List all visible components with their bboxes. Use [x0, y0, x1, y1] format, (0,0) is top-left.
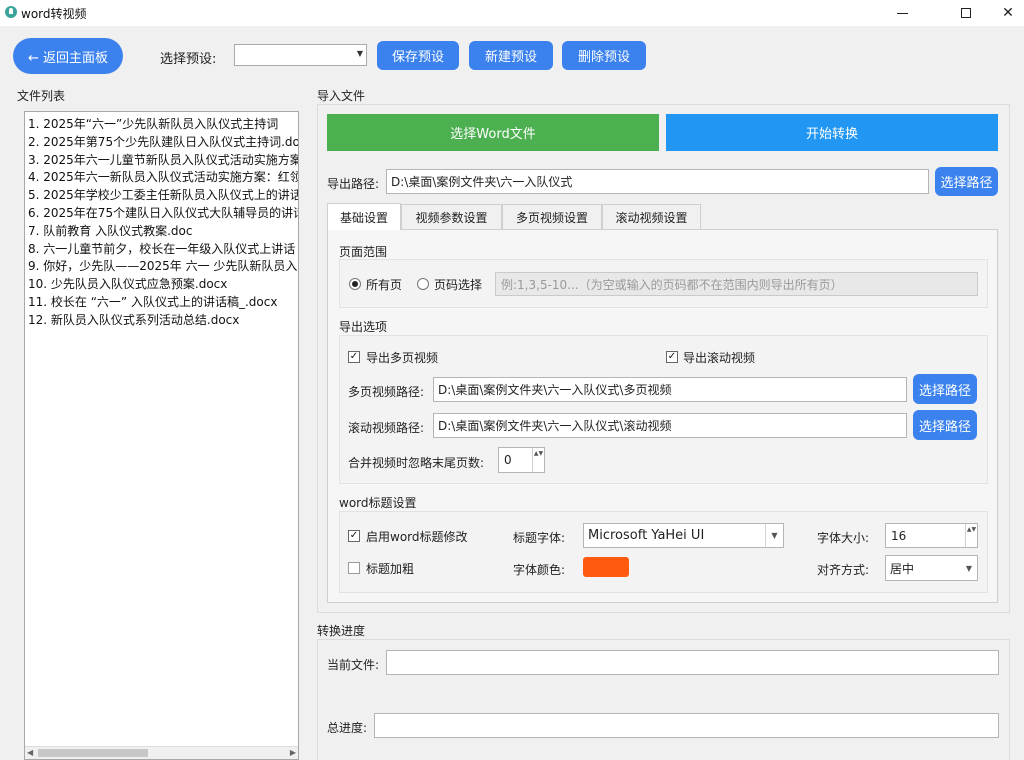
app-icon	[5, 6, 17, 18]
ignore-last-pages-label: 合并视频时忽略末尾页数:	[348, 456, 485, 470]
preset-label: 选择预设:	[160, 52, 217, 67]
file-list[interactable]: 1. 2025年“六一”少先队新队员入队仪式主持词 2. 2025年第75个少先…	[24, 111, 299, 760]
export-multipage-label[interactable]: 导出多页视频	[366, 349, 438, 366]
alignment-label: 对齐方式:	[817, 563, 870, 577]
close-icon: ✕	[1002, 5, 1014, 21]
minimize-icon	[896, 12, 908, 14]
alignment-select[interactable]: 居中 ▼	[885, 555, 978, 581]
page-select-radio[interactable]	[417, 278, 429, 290]
multipage-path-label: 多页视频路径:	[348, 385, 425, 399]
alignment-value: 居中	[890, 561, 915, 576]
maximize-button[interactable]	[943, 0, 989, 26]
bold-title-label[interactable]: 标题加粗	[366, 560, 414, 577]
font-size-value: 16	[891, 529, 907, 543]
close-button[interactable]: ✕	[985, 0, 1024, 26]
back-to-main-button[interactable]: ← 返回主面板	[13, 38, 123, 74]
all-pages-radio[interactable]	[349, 278, 361, 290]
tab-multipage-video[interactable]: 多页视频设置	[502, 204, 602, 229]
title-font-label: 标题字体:	[513, 531, 566, 545]
ignore-last-pages-stepper[interactable]: 0 ▲▼	[498, 447, 545, 473]
choose-scroll-path-button[interactable]: 选择路径	[913, 410, 977, 440]
word-title-settings-label: word标题设置	[339, 496, 417, 510]
delete-preset-button[interactable]: 删除预设	[562, 41, 646, 70]
export-path-field[interactable]: D:\桌面\案例文件夹\六一入队仪式	[386, 169, 929, 194]
minimize-button[interactable]	[879, 0, 925, 26]
new-preset-button[interactable]: 新建预设	[469, 41, 553, 70]
list-item[interactable]: 7. 队前教育 入队仪式教案.doc	[28, 223, 298, 241]
current-file-field	[386, 650, 999, 675]
choose-multipage-path-button[interactable]: 选择路径	[913, 374, 977, 404]
list-item[interactable]: 1. 2025年“六一”少先队新队员入队仪式主持词	[28, 116, 298, 134]
export-scroll-checkbox[interactable]: ✓	[666, 351, 678, 363]
list-item[interactable]: 2. 2025年第75个少先队建队日入队仪式主持词.docx	[28, 134, 298, 152]
export-multipage-checkbox[interactable]: ✓	[348, 351, 360, 363]
spin-arrows-icon[interactable]: ▲▼	[532, 448, 544, 472]
title-font-value: Microsoft YaHei UI	[588, 528, 705, 543]
select-word-file-button[interactable]: 选择Word文件	[327, 114, 659, 151]
total-progress-field	[374, 713, 999, 738]
page-select-label[interactable]: 页码选择	[434, 276, 482, 293]
font-size-label: 字体大小:	[817, 531, 870, 545]
list-item[interactable]: 9. 你好，少先队——2025年 六一 少先队新队员入队	[28, 258, 298, 276]
choose-export-path-button[interactable]: 选择路径	[935, 167, 998, 196]
list-item[interactable]: 4. 2025年六一新队员入队仪式活动实施方案：红领巾	[28, 169, 298, 187]
list-item[interactable]: 5. 2025年学校少工委主任新队员入队仪式上的讲话	[28, 187, 298, 205]
progress-section-label: 转换进度	[317, 624, 366, 638]
list-item[interactable]: 6. 2025年在75个建队日入队仪式大队辅导员的讲话	[28, 205, 298, 223]
list-item[interactable]: 3. 2025年六一儿童节新队员入队仪式活动实施方案	[28, 152, 298, 170]
export-options-label: 导出选项	[339, 320, 388, 334]
tab-scroll-video[interactable]: 滚动视频设置	[602, 204, 701, 229]
scrollbar-thumb[interactable]	[38, 749, 148, 757]
ignore-last-pages-value: 0	[504, 453, 512, 467]
file-list-label: 文件列表	[17, 89, 66, 103]
tab-basic-settings[interactable]: 基础设置	[327, 203, 401, 230]
list-item[interactable]: 12. 新队员入队仪式系列活动总结.docx	[28, 312, 298, 330]
list-item[interactable]: 11. 校长在 “六一” 入队仪式上的讲话稿_.docx	[28, 294, 298, 312]
bold-title-checkbox[interactable]	[348, 562, 360, 574]
horizontal-scrollbar[interactable]: ◀ ▶	[25, 746, 298, 759]
scroll-path-field[interactable]: D:\桌面\案例文件夹\六一入队仪式\滚动视频	[433, 413, 907, 438]
all-pages-label[interactable]: 所有页	[366, 276, 402, 293]
preset-select[interactable]: ▼	[234, 44, 367, 66]
title-bar	[0, 0, 1024, 26]
font-color-label: 字体颜色:	[513, 563, 566, 577]
dropdown-arrow-icon[interactable]: ▼	[966, 564, 972, 573]
window-title: word转视频	[21, 7, 87, 21]
scroll-path-label: 滚动视频路径:	[348, 421, 425, 435]
export-scroll-label[interactable]: 导出滚动视频	[683, 349, 755, 366]
save-preset-button[interactable]: 保存预设	[377, 41, 459, 70]
font-size-stepper[interactable]: 16 ▲▼	[885, 523, 978, 548]
title-font-select[interactable]: Microsoft YaHei UI ▼	[583, 523, 784, 548]
list-item[interactable]: 10. 少先队员入队仪式应急预案.docx	[28, 276, 298, 294]
start-convert-button[interactable]: 开始转换	[666, 114, 998, 151]
enable-title-label[interactable]: 启用word标题修改	[366, 528, 468, 545]
total-progress-label: 总进度:	[327, 721, 368, 735]
dropdown-arrow-icon: ▼	[356, 49, 363, 58]
scroll-right-icon[interactable]: ▶	[290, 748, 296, 757]
export-path-label: 导出路径:	[327, 177, 380, 191]
current-file-label: 当前文件:	[327, 658, 380, 672]
maximize-icon	[961, 8, 971, 18]
list-item[interactable]: 8. 六一儿童节前夕，校长在一年级入队仪式上讲话	[28, 241, 298, 259]
page-range-label: 页面范围	[339, 245, 388, 259]
page-numbers-input[interactable]: 例:1,3,5-10...（为空或输入的页码都不在范围内则导出所有页）	[495, 272, 978, 296]
scroll-left-icon[interactable]: ◀	[27, 748, 33, 757]
import-section-label: 导入文件	[317, 89, 366, 103]
spin-arrows-icon[interactable]: ▲▼	[965, 524, 977, 547]
dropdown-arrow-icon[interactable]: ▼	[765, 524, 783, 547]
font-color-swatch[interactable]	[583, 557, 629, 577]
tab-video-params[interactable]: 视频参数设置	[401, 204, 502, 229]
enable-title-checkbox[interactable]: ✓	[348, 530, 360, 542]
multipage-path-field[interactable]: D:\桌面\案例文件夹\六一入队仪式\多页视频	[433, 377, 907, 402]
